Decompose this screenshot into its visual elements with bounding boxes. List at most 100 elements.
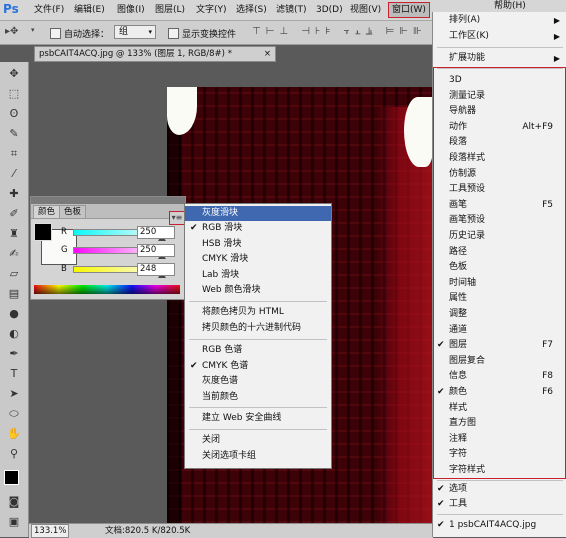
tab-swatches[interactable]: 色板 xyxy=(59,205,87,218)
type-tool-icon[interactable]: T xyxy=(6,366,22,382)
value-field-r[interactable]: 250 xyxy=(137,226,175,239)
value-field-b[interactable]: 248 xyxy=(137,263,175,276)
menu-item-current-colors[interactable]: 当前颜色 xyxy=(185,390,331,405)
lasso-tool-icon[interactable]: ʘ xyxy=(6,106,22,122)
auto-select-dropdown[interactable]: 组 ▾ xyxy=(114,25,156,39)
menu-item-arrange[interactable]: 排列(A) ▶ xyxy=(433,13,566,28)
menu-separator xyxy=(437,480,563,481)
menu-item-cmyk-slider[interactable]: CMYK 滑块 xyxy=(185,252,331,267)
menu-file[interactable]: 文件(F) xyxy=(34,3,64,17)
checkmark-icon: ✔ xyxy=(190,361,198,371)
menu-item-grayscale-slider[interactable]: 灰度滑块 xyxy=(185,206,331,221)
document-tab[interactable]: psbCAIT4ACQ.jpg @ 133% (图层 1, RGB/8#) * … xyxy=(34,46,276,62)
show-transform-label: 显示变换控件 xyxy=(182,30,237,40)
menu-item-hsb-slider[interactable]: HSB 滑块 xyxy=(185,237,331,252)
checkmark-icon: ✔ xyxy=(437,484,445,494)
menu-3d[interactable]: 3D(D) xyxy=(316,3,343,17)
clone-stamp-tool-icon[interactable]: ♜ xyxy=(6,226,22,242)
menu-view[interactable]: 视图(V) xyxy=(350,3,381,17)
move-tool-icon[interactable]: ✥ xyxy=(6,66,22,82)
menu-item-rgb-spectrum[interactable]: RGB 色谱 xyxy=(185,343,331,358)
foreground-color-swatch[interactable] xyxy=(34,223,52,241)
color-spectrum-shade xyxy=(34,285,180,294)
crop-tool-icon[interactable]: ⌗ xyxy=(6,146,22,162)
checkmark-icon: ✔ xyxy=(190,223,198,233)
menu-image[interactable]: 图像(I) xyxy=(117,3,145,17)
checkmark-icon: ✔ xyxy=(437,499,445,509)
menu-item-lab-slider[interactable]: Lab 滑块 xyxy=(185,268,331,283)
zoom-field[interactable]: 133.1% xyxy=(31,524,69,538)
quick-select-tool-icon[interactable]: ✎ xyxy=(6,126,22,142)
menu-type[interactable]: 文字(Y) xyxy=(196,3,227,17)
options-bar: ▸✥ ▾ 自动选择： 组 ▾ 显示变换控件 ⊤⊢⊥ ⊣⊦⊧ ⫟⫠⫡ ⊨⊩⊪ xyxy=(0,21,432,45)
menu-layer[interactable]: 图层(L) xyxy=(155,3,185,17)
checkmark-icon: ✔ xyxy=(437,520,445,530)
color-panel: 颜色 色板 ▾≡ R 250 G 250 B 248 xyxy=(30,196,186,300)
menu-filter[interactable]: 滤镜(T) xyxy=(276,3,307,17)
eyedropper-tool-icon[interactable]: ⁄ xyxy=(6,166,22,182)
close-icon[interactable]: × xyxy=(264,47,271,61)
menu-separator xyxy=(437,47,563,48)
menu-separator xyxy=(189,339,327,340)
tool-preset-dropdown-icon[interactable]: ▾ xyxy=(31,26,35,34)
chevron-right-icon: ▶ xyxy=(553,32,560,41)
gradient-tool-icon[interactable]: ▤ xyxy=(6,286,22,302)
marquee-tool-icon[interactable]: ⬚ xyxy=(6,86,22,102)
value-field-g[interactable]: 250 xyxy=(137,244,175,257)
hand-tool-icon[interactable]: ✋ xyxy=(6,426,22,442)
tools-panel: ✥ ⬚ ʘ ✎ ⌗ ⁄ ✚ ✐ ♜ ✍ ▱ ▤ ● ◐ ✒ T ➤ ⬭ ✋ ⚲ … xyxy=(0,62,29,537)
path-selection-tool-icon[interactable]: ➤ xyxy=(6,386,22,402)
panel-menu-button[interactable]: ▾≡ xyxy=(169,211,185,225)
menu-item-tools[interactable]: ✔ 工具 xyxy=(433,497,566,512)
menu-item-web-color-slider[interactable]: Web 颜色滑块 xyxy=(185,283,331,298)
menu-select[interactable]: 选择(S) xyxy=(236,3,267,17)
document-info: 文档:820.5 K/820.5K xyxy=(105,526,191,536)
menu-item-copy-hex[interactable]: 拷贝颜色的十六进制代码 xyxy=(185,321,331,336)
menu-window[interactable]: 窗口(W) xyxy=(388,2,430,18)
brush-tool-icon[interactable]: ✐ xyxy=(6,206,22,222)
tab-color[interactable]: 颜色 xyxy=(33,205,61,218)
align-buttons-icon[interactable]: ⊤⊢⊥ ⊣⊦⊧ ⫟⫠⫡ ⊨⊩⊪ xyxy=(252,26,427,37)
menu-item-close[interactable]: 关闭 xyxy=(185,433,331,448)
menu-separator xyxy=(189,407,327,408)
quick-mask-icon[interactable]: ◙ xyxy=(6,494,22,510)
photoshop-logo: Ps xyxy=(3,2,19,16)
menu-item-grayscale-ramp[interactable]: 灰度色谱 xyxy=(185,374,331,389)
color-panel-menu: 灰度滑块 ✔ RGB 滑块 HSB 滑块 CMYK 滑块 Lab 滑块 Web 颜… xyxy=(184,203,332,469)
status-bar: 133.1% 文档:820.5 K/820.5K xyxy=(29,523,433,538)
menu-separator xyxy=(189,429,327,430)
blur-tool-icon[interactable]: ● xyxy=(6,306,22,322)
history-brush-tool-icon[interactable]: ✍ xyxy=(6,246,22,262)
menu-edit[interactable]: 编辑(E) xyxy=(74,3,105,17)
slider-label-g: G xyxy=(61,245,68,255)
slider-label-b: B xyxy=(61,264,67,274)
dodge-tool-icon[interactable]: ◐ xyxy=(6,326,22,342)
zoom-tool-icon[interactable]: ⚲ xyxy=(6,446,22,462)
canvas-shadow xyxy=(167,87,181,523)
auto-select-checkbox[interactable] xyxy=(50,28,61,39)
menu-item-extensions[interactable]: 扩展功能 ▶ xyxy=(433,51,566,66)
canvas-white-flower xyxy=(404,97,433,167)
menu-help[interactable]: 帮助(H) xyxy=(494,0,564,12)
move-tool-icon[interactable]: ▸✥ xyxy=(5,26,18,37)
canvas-white-flower xyxy=(167,87,197,135)
auto-select-value: 组 xyxy=(119,27,129,37)
panel-title-bar[interactable] xyxy=(31,197,185,204)
menu-item-cmyk-spectrum[interactable]: ✔ CMYK 色谱 xyxy=(185,359,331,374)
pen-tool-icon[interactable]: ✒ xyxy=(6,346,22,362)
menu-item-web-safe-ramp[interactable]: 建立 Web 安全曲线 xyxy=(185,411,331,426)
menu-item-options[interactable]: ✔ 选项 xyxy=(433,482,566,497)
eraser-tool-icon[interactable]: ▱ xyxy=(6,266,22,282)
screen-mode-icon[interactable]: ▣ xyxy=(6,514,22,530)
foreground-color-swatch[interactable] xyxy=(4,470,19,485)
show-transform-checkbox[interactable] xyxy=(168,28,179,39)
healing-brush-tool-icon[interactable]: ✚ xyxy=(6,186,22,202)
slider-label-r: R xyxy=(61,227,67,237)
menu-item-document[interactable]: ✔ 1 psbCAIT4ACQ.jpg xyxy=(433,518,566,533)
menu-item-close-tab-group[interactable]: 关闭选项卡组 xyxy=(185,449,331,464)
menu-item-workspace[interactable]: 工作区(K) ▶ xyxy=(433,29,566,44)
menu-item-rgb-slider[interactable]: ✔ RGB 滑块 xyxy=(185,221,331,236)
menu-item-copy-html[interactable]: 将颜色拷贝为 HTML xyxy=(185,305,331,320)
ellipse-tool-icon[interactable]: ⬭ xyxy=(6,406,22,422)
menu-separator xyxy=(437,514,563,515)
